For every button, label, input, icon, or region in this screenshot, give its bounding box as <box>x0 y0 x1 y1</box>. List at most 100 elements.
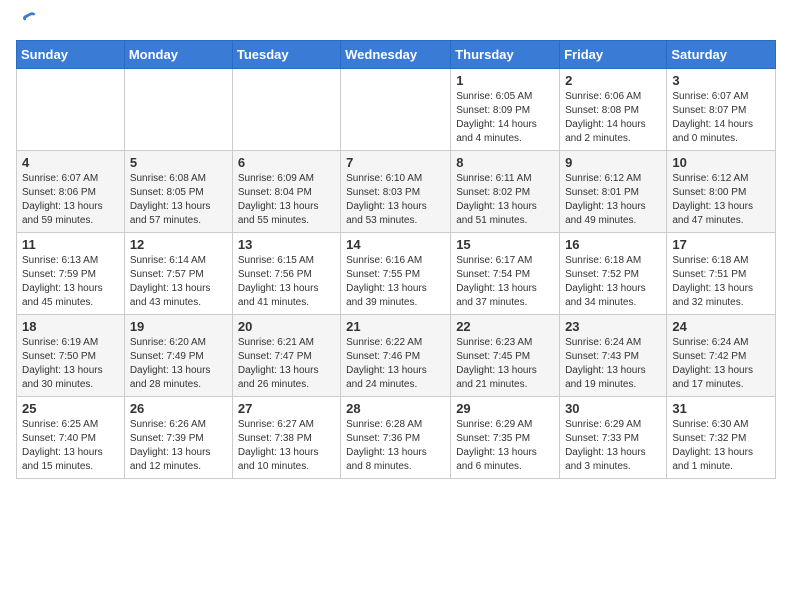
day-info: Sunrise: 6:24 AM Sunset: 7:42 PM Dayligh… <box>672 336 770 392</box>
day-number: 14 <box>346 237 445 252</box>
day-number: 13 <box>238 237 335 252</box>
calendar-week-row: 4 Sunrise: 6:07 AM Sunset: 8:06 PM Daylig… <box>17 151 776 233</box>
day-info: Sunrise: 6:25 AM Sunset: 7:40 PM Dayligh… <box>22 418 119 474</box>
weekday-header-cell: Monday <box>124 41 232 69</box>
calendar-day-cell: 16Sunrise: 6:18 AM Sunset: 7:52 PM Dayli… <box>560 233 667 315</box>
calendar-day-cell: 28Sunrise: 6:28 AM Sunset: 7:36 PM Dayli… <box>341 397 451 479</box>
day-number: 25 <box>22 401 119 416</box>
calendar-day-cell: 2Sunrise: 6:06 AM Sunset: 8:08 PM Daylig… <box>560 69 667 151</box>
calendar-day-cell: 25 Sunrise: 6:25 AM Sunset: 7:40 PM Dayli… <box>17 397 125 479</box>
day-info: Sunrise: 6:23 AM Sunset: 7:45 PM Dayligh… <box>456 336 554 392</box>
day-info: Sunrise: 6:07 AM Sunset: 8:07 PM Dayligh… <box>672 90 770 146</box>
day-info: Sunrise: 6:27 AM Sunset: 7:38 PM Dayligh… <box>238 418 335 474</box>
weekday-header-cell: Friday <box>560 41 667 69</box>
day-number: 23 <box>565 319 661 334</box>
calendar-day-cell: 29 Sunrise: 6:29 AM Sunset: 7:35 PM Dayli… <box>451 397 560 479</box>
day-number: 11 <box>22 237 119 252</box>
calendar-day-cell: 6 Sunrise: 6:09 AM Sunset: 8:04 PM Daylig… <box>232 151 340 233</box>
day-number: 24 <box>672 319 770 334</box>
day-number: 6 <box>238 155 335 170</box>
day-info: Sunrise: 6:21 AM Sunset: 7:47 PM Dayligh… <box>238 336 335 392</box>
day-number: 5 <box>130 155 227 170</box>
day-number: 4 <box>22 155 119 170</box>
weekday-header-cell: Saturday <box>667 41 776 69</box>
day-info: Sunrise: 6:29 AM Sunset: 7:33 PM Dayligh… <box>565 418 661 474</box>
day-number: 15 <box>456 237 554 252</box>
day-number: 27 <box>238 401 335 416</box>
day-number: 20 <box>238 319 335 334</box>
day-info: Sunrise: 6:11 AM Sunset: 8:02 PM Dayligh… <box>456 172 554 228</box>
calendar-day-cell: 22 Sunrise: 6:23 AM Sunset: 7:45 PM Dayli… <box>451 315 560 397</box>
calendar-day-cell: 21 Sunrise: 6:22 AM Sunset: 7:46 PM Dayli… <box>341 315 451 397</box>
calendar-day-cell: 20 Sunrise: 6:21 AM Sunset: 7:47 PM Dayli… <box>232 315 340 397</box>
calendar-day-cell: 4 Sunrise: 6:07 AM Sunset: 8:06 PM Daylig… <box>17 151 125 233</box>
calendar-week-row: 1Sunrise: 6:05 AM Sunset: 8:09 PM Daylig… <box>17 69 776 151</box>
logo <box>16 16 38 28</box>
day-info: Sunrise: 6:29 AM Sunset: 7:35 PM Dayligh… <box>456 418 554 474</box>
calendar-day-cell: 1Sunrise: 6:05 AM Sunset: 8:09 PM Daylig… <box>451 69 560 151</box>
day-info: Sunrise: 6:05 AM Sunset: 8:09 PM Dayligh… <box>456 90 554 146</box>
calendar-day-cell <box>341 69 451 151</box>
day-info: Sunrise: 6:09 AM Sunset: 8:04 PM Dayligh… <box>238 172 335 228</box>
day-number: 3 <box>672 73 770 88</box>
weekday-header-row: SundayMondayTuesdayWednesdayThursdayFrid… <box>17 41 776 69</box>
calendar-day-cell: 8 Sunrise: 6:11 AM Sunset: 8:02 PM Daylig… <box>451 151 560 233</box>
calendar-day-cell: 17 Sunrise: 6:18 AM Sunset: 7:51 PM Dayli… <box>667 233 776 315</box>
calendar-day-cell: 26 Sunrise: 6:26 AM Sunset: 7:39 PM Dayli… <box>124 397 232 479</box>
day-info: Sunrise: 6:20 AM Sunset: 7:49 PM Dayligh… <box>130 336 227 392</box>
calendar-body: 1Sunrise: 6:05 AM Sunset: 8:09 PM Daylig… <box>17 69 776 479</box>
day-number: 12 <box>130 237 227 252</box>
day-info: Sunrise: 6:07 AM Sunset: 8:06 PM Dayligh… <box>22 172 119 228</box>
day-number: 9 <box>565 155 661 170</box>
day-number: 16 <box>565 237 661 252</box>
day-info: Sunrise: 6:26 AM Sunset: 7:39 PM Dayligh… <box>130 418 227 474</box>
day-number: 18 <box>22 319 119 334</box>
calendar-day-cell: 12 Sunrise: 6:14 AM Sunset: 7:57 PM Dayli… <box>124 233 232 315</box>
day-info: Sunrise: 6:30 AM Sunset: 7:32 PM Dayligh… <box>672 418 770 474</box>
calendar-day-cell: 11 Sunrise: 6:13 AM Sunset: 7:59 PM Dayli… <box>17 233 125 315</box>
day-number: 22 <box>456 319 554 334</box>
calendar-day-cell: 30 Sunrise: 6:29 AM Sunset: 7:33 PM Dayli… <box>560 397 667 479</box>
day-number: 8 <box>456 155 554 170</box>
calendar-day-cell <box>124 69 232 151</box>
day-info: Sunrise: 6:12 AM Sunset: 8:00 PM Dayligh… <box>672 172 770 228</box>
day-info: Sunrise: 6:22 AM Sunset: 7:46 PM Dayligh… <box>346 336 445 392</box>
day-number: 26 <box>130 401 227 416</box>
day-info: Sunrise: 6:24 AM Sunset: 7:43 PM Dayligh… <box>565 336 661 392</box>
weekday-header-cell: Wednesday <box>341 41 451 69</box>
calendar-table: SundayMondayTuesdayWednesdayThursdayFrid… <box>16 40 776 479</box>
calendar-day-cell <box>17 69 125 151</box>
calendar-day-cell: 7 Sunrise: 6:10 AM Sunset: 8:03 PM Daylig… <box>341 151 451 233</box>
calendar-day-cell: 24 Sunrise: 6:24 AM Sunset: 7:42 PM Dayli… <box>667 315 776 397</box>
day-number: 28 <box>346 401 445 416</box>
calendar-day-cell: 19 Sunrise: 6:20 AM Sunset: 7:49 PM Dayli… <box>124 315 232 397</box>
day-info: Sunrise: 6:16 AM Sunset: 7:55 PM Dayligh… <box>346 254 445 310</box>
calendar-day-cell: 9 Sunrise: 6:12 AM Sunset: 8:01 PM Daylig… <box>560 151 667 233</box>
day-info: Sunrise: 6:08 AM Sunset: 8:05 PM Dayligh… <box>130 172 227 228</box>
logo-text <box>16 16 38 28</box>
calendar-day-cell: 31 Sunrise: 6:30 AM Sunset: 7:32 PM Dayli… <box>667 397 776 479</box>
calendar-day-cell: 14 Sunrise: 6:16 AM Sunset: 7:55 PM Dayli… <box>341 233 451 315</box>
day-number: 21 <box>346 319 445 334</box>
day-number: 30 <box>565 401 661 416</box>
day-info: Sunrise: 6:14 AM Sunset: 7:57 PM Dayligh… <box>130 254 227 310</box>
day-info: Sunrise: 6:13 AM Sunset: 7:59 PM Dayligh… <box>22 254 119 310</box>
day-number: 2 <box>565 73 661 88</box>
day-info: Sunrise: 6:17 AM Sunset: 7:54 PM Dayligh… <box>456 254 554 310</box>
calendar-day-cell: 10 Sunrise: 6:12 AM Sunset: 8:00 PM Dayli… <box>667 151 776 233</box>
calendar-week-row: 25 Sunrise: 6:25 AM Sunset: 7:40 PM Dayli… <box>17 397 776 479</box>
day-info: Sunrise: 6:15 AM Sunset: 7:56 PM Dayligh… <box>238 254 335 310</box>
day-number: 17 <box>672 237 770 252</box>
calendar-day-cell: 13 Sunrise: 6:15 AM Sunset: 7:56 PM Dayli… <box>232 233 340 315</box>
page-header <box>16 16 776 28</box>
day-number: 19 <box>130 319 227 334</box>
day-info: Sunrise: 6:10 AM Sunset: 8:03 PM Dayligh… <box>346 172 445 228</box>
day-info: Sunrise: 6:12 AM Sunset: 8:01 PM Dayligh… <box>565 172 661 228</box>
day-number: 7 <box>346 155 445 170</box>
day-number: 31 <box>672 401 770 416</box>
logo-bird-icon <box>18 8 38 28</box>
day-info: Sunrise: 6:18 AM Sunset: 7:51 PM Dayligh… <box>672 254 770 310</box>
day-number: 29 <box>456 401 554 416</box>
calendar-day-cell: 5 Sunrise: 6:08 AM Sunset: 8:05 PM Daylig… <box>124 151 232 233</box>
day-number: 10 <box>672 155 770 170</box>
